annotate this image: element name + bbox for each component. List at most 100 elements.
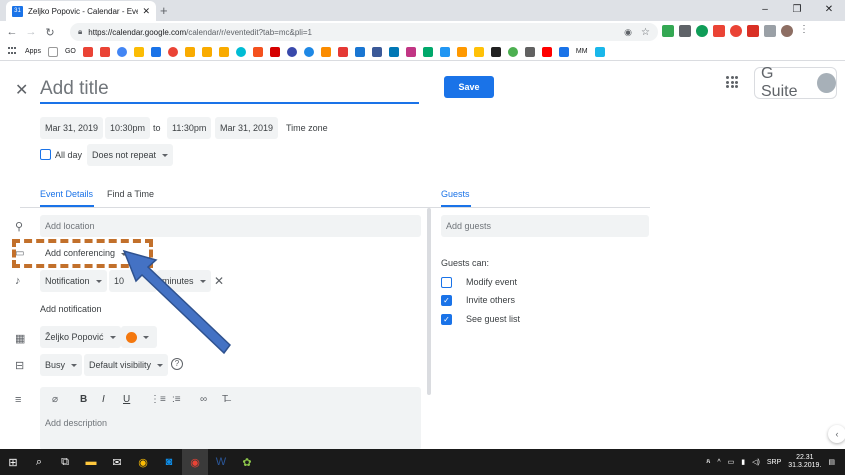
bookmark-icon[interactable] xyxy=(524,46,535,57)
extension-icon[interactable] xyxy=(764,25,776,37)
word-icon[interactable]: W xyxy=(208,449,234,475)
bookmark-icon[interactable] xyxy=(473,46,484,57)
extension-icon[interactable] xyxy=(730,25,742,37)
scrollbar[interactable] xyxy=(427,208,431,395)
tab-find-time[interactable]: Find a Time xyxy=(107,189,154,199)
location-input[interactable]: Add location xyxy=(40,215,421,237)
add-notification-link[interactable]: Add notification xyxy=(40,304,102,314)
extension-icon[interactable] xyxy=(747,25,759,37)
bookmark-icon[interactable] xyxy=(235,46,246,57)
start-date-button[interactable]: Mar 31, 2019 xyxy=(40,117,104,139)
netflix-icon[interactable] xyxy=(269,46,280,57)
bookmark-icon[interactable] xyxy=(116,46,127,57)
task-view-icon[interactable]: ⧉ xyxy=(52,449,78,475)
extension-icon[interactable] xyxy=(713,25,725,37)
vimeo-icon[interactable] xyxy=(594,46,605,57)
search-icon[interactable]: ⌕ xyxy=(26,449,52,475)
repeat-dropdown[interactable]: Does not repeat xyxy=(87,144,174,166)
description-input[interactable]: Add description xyxy=(45,418,107,428)
link-icon[interactable]: ∞ xyxy=(200,394,207,405)
apps-grid-icon[interactable] xyxy=(8,46,18,57)
bookmark-mm[interactable]: MM xyxy=(576,48,588,55)
bookmark-go[interactable]: GO xyxy=(65,48,76,55)
close-window-button[interactable]: ✕ xyxy=(813,0,845,21)
bookmark-icon[interactable] xyxy=(286,46,297,57)
end-date-button[interactable]: Mar 31, 2019 xyxy=(215,117,279,139)
browser-tab[interactable]: 31 Zeljko Popovic - Calendar - Eve ✕ xyxy=(6,1,156,21)
windows-start-icon[interactable]: ⊞ xyxy=(0,449,26,475)
people-icon[interactable]: ጰ xyxy=(706,458,710,466)
document-icon[interactable] xyxy=(47,46,58,57)
attachment-icon[interactable]: ⌀ xyxy=(52,394,58,405)
show-hidden-icon[interactable]: ^ xyxy=(717,459,720,466)
end-time-button[interactable]: 11:30pm xyxy=(167,117,212,139)
notion-icon[interactable] xyxy=(490,46,501,57)
bookmark-icon[interactable] xyxy=(439,46,450,57)
youtube-icon[interactable] xyxy=(541,46,552,57)
start-time-button[interactable]: 10:30pm xyxy=(105,117,151,139)
amazon-icon[interactable] xyxy=(456,46,467,57)
notification-type-dropdown[interactable]: Notification xyxy=(40,270,107,292)
linkedin-icon[interactable] xyxy=(388,46,399,57)
gmail-icon[interactable] xyxy=(82,46,93,57)
modify-event-checkbox[interactable] xyxy=(441,277,452,288)
chrome-active-icon[interactable]: ◉ xyxy=(182,449,208,475)
new-tab-button[interactable]: + xyxy=(160,3,168,18)
forward-arrow-icon[interactable]: → xyxy=(24,26,38,38)
title-input[interactable]: Add title xyxy=(40,76,419,104)
teamviewer-icon[interactable]: ◙ xyxy=(156,449,182,475)
invite-others-checkbox[interactable]: ✓ xyxy=(441,295,452,306)
restore-button[interactable]: ❐ xyxy=(781,0,813,21)
italic-icon[interactable]: I xyxy=(102,394,105,405)
calendar-owner-dropdown[interactable]: Željko Popović xyxy=(40,326,121,348)
add-guests-input[interactable]: Add guests xyxy=(441,215,649,237)
profile-avatar-icon[interactable] xyxy=(781,25,793,37)
timezone-button[interactable]: Time zone xyxy=(286,123,328,133)
bookmark-icon[interactable] xyxy=(303,46,314,57)
notifications-icon[interactable]: ▤ xyxy=(828,458,835,466)
clock[interactable]: 22.31 31.3.2019. xyxy=(788,454,821,470)
clear-formatting-icon[interactable]: T̶ xyxy=(222,394,228,405)
bookmark-icon[interactable] xyxy=(218,46,229,57)
drive-icon[interactable] xyxy=(133,46,144,57)
minimize-button[interactable]: – xyxy=(749,0,781,21)
address-bar[interactable]: 🔒︎ https://calendar.google.com/calendar/… xyxy=(70,23,658,41)
close-tab-icon[interactable]: ✕ xyxy=(142,6,150,17)
numbered-list-icon[interactable]: ⋮≡ xyxy=(150,394,166,405)
bookmark-icon[interactable] xyxy=(422,46,433,57)
battery-icon[interactable]: ▮ xyxy=(741,458,745,466)
app-icon[interactable]: ✿ xyxy=(234,449,260,475)
google-apps-icon[interactable] xyxy=(726,76,738,88)
extension-icon[interactable] xyxy=(662,25,674,37)
bookmark-star-icon[interactable]: ☆ xyxy=(641,27,650,38)
bulleted-list-icon[interactable]: :≡ xyxy=(172,394,181,405)
file-explorer-icon[interactable]: ▬ xyxy=(78,449,104,475)
facebook-icon[interactable] xyxy=(371,46,382,57)
tab-event-details[interactable]: Event Details xyxy=(40,189,93,199)
mail-icon[interactable]: ✉ xyxy=(104,449,130,475)
see-guest-list-checkbox[interactable]: ✓ xyxy=(441,314,452,325)
tracking-icon[interactable]: ◉ xyxy=(624,27,632,38)
close-icon[interactable]: ✕ xyxy=(15,80,28,100)
bookmark-icon[interactable] xyxy=(337,46,348,57)
reload-icon[interactable]: ↻ xyxy=(43,26,57,39)
language-indicator[interactable]: SRP xyxy=(767,459,781,466)
bookmark-apps[interactable]: Apps xyxy=(25,48,41,55)
back-arrow-icon[interactable]: ← xyxy=(5,26,19,38)
bookmark-icon[interactable] xyxy=(558,46,569,57)
grammarly-icon[interactable] xyxy=(696,25,708,37)
bold-icon[interactable]: B xyxy=(80,394,87,405)
calendar-icon[interactable] xyxy=(150,46,161,57)
bookmark-icon[interactable] xyxy=(184,46,195,57)
bookmark-icon[interactable] xyxy=(507,46,518,57)
gsuite-account-button[interactable]: G Suite xyxy=(754,65,837,100)
save-button[interactable]: Save xyxy=(444,76,494,98)
bookmark-icon[interactable] xyxy=(167,46,178,57)
bookmark-icon[interactable] xyxy=(320,46,331,57)
side-panel-toggle-icon[interactable]: ‹ xyxy=(828,425,845,443)
busy-dropdown[interactable]: Busy xyxy=(40,354,83,376)
volume-icon[interactable]: ◁) xyxy=(752,458,760,466)
network-icon[interactable]: ▭ xyxy=(728,458,735,466)
chrome-menu-icon[interactable]: ⋮ xyxy=(798,25,810,37)
youtube-icon[interactable] xyxy=(99,46,110,57)
